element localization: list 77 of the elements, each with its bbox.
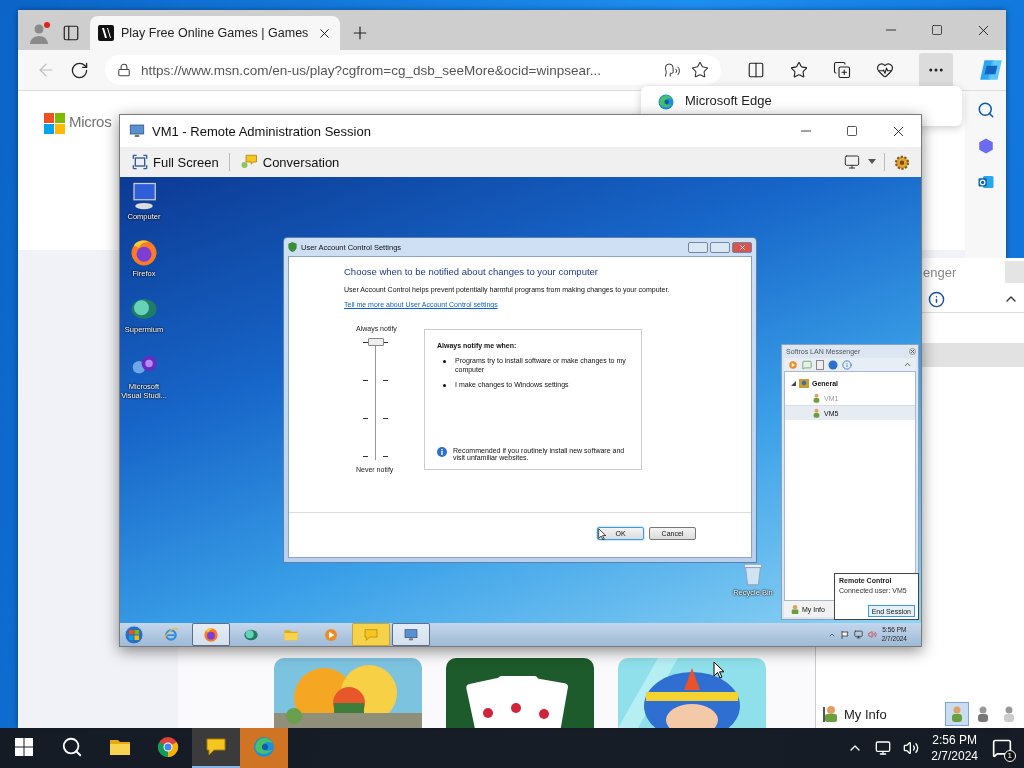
search-icon[interactable]	[976, 101, 995, 119]
maximize-icon[interactable]	[846, 125, 858, 137]
play-icon	[788, 359, 798, 370]
favorite-star-icon[interactable]	[691, 61, 709, 79]
address-bar[interactable]: https://www.msn.com/en-us/play?cgfrom=cg_dsb_seeMore&ocid=winpsear...	[105, 55, 721, 85]
chat-bubbles-icon	[239, 153, 258, 171]
caret-icon[interactable]	[868, 159, 876, 165]
person-icon	[813, 408, 820, 418]
mouse-pointer-icon	[598, 528, 607, 541]
mail-envelope-icon[interactable]	[976, 173, 995, 191]
volume-muted-icon[interactable]	[903, 740, 920, 756]
user-card-icon	[790, 603, 799, 615]
person-icon	[813, 393, 820, 403]
close-button[interactable]	[732, 241, 752, 253]
user-card-icon	[822, 705, 838, 723]
collections-icon[interactable]	[833, 61, 851, 79]
globe-icon	[203, 626, 219, 643]
swirl-icon	[252, 735, 276, 759]
fullscreen-icon	[132, 154, 148, 170]
taskbar-button[interactable]	[192, 728, 240, 768]
profile-avatar-icon[interactable]	[28, 21, 52, 45]
bullet-icon	[443, 383, 446, 387]
four-squares-logo-icon	[44, 113, 65, 134]
dialog-heading: Choose when to be notified about changes to your computer	[344, 266, 600, 277]
group-icon	[799, 378, 809, 388]
notifications-button[interactable]: 1	[990, 736, 1014, 760]
clock-time[interactable]: 2:56 PM	[932, 731, 977, 748]
status-button[interactable]	[944, 702, 969, 726]
person-icon	[1002, 706, 1015, 722]
copilot-icon[interactable]	[978, 57, 1004, 83]
mouse-pointer-icon	[713, 661, 725, 679]
lock-icon	[117, 63, 131, 77]
window-title: VM1 - Remote Administration Session	[152, 123, 371, 139]
split-screen-icon[interactable]	[747, 61, 765, 79]
browser-tab[interactable]: Play Free Online Games | Games	[90, 16, 340, 50]
menu-item[interactable]: Microsoft Edge	[685, 93, 772, 108]
minimize-button[interactable]	[688, 241, 708, 253]
person-icon	[976, 706, 989, 722]
shield-icon	[288, 242, 297, 252]
info-icon	[437, 447, 447, 457]
bullet-icon	[443, 360, 446, 363]
monitor-icon	[128, 122, 146, 140]
person-icon	[950, 706, 963, 722]
monitor-icon	[403, 626, 419, 643]
info-icon[interactable]	[928, 290, 945, 308]
gear-icon[interactable]	[893, 153, 911, 171]
start-orb-icon[interactable]	[124, 624, 144, 645]
maximize-button[interactable]	[710, 241, 730, 253]
windows-start-icon[interactable]	[15, 738, 33, 756]
speech-bubble-icon	[363, 626, 379, 643]
play-icon	[323, 626, 339, 643]
toolbar-button[interactable]: Conversation	[262, 154, 340, 170]
toolbar-button[interactable]: Full Screen	[153, 154, 219, 170]
favorites-icon[interactable]	[790, 61, 808, 79]
flag-icon[interactable]	[840, 630, 849, 639]
search-icon[interactable]	[61, 736, 83, 758]
site-favicon	[98, 25, 114, 41]
read-aloud-icon[interactable]	[664, 61, 681, 79]
help-icon[interactable]	[828, 359, 838, 370]
swirl-icon	[657, 93, 675, 111]
expand-arrow-icon[interactable]	[791, 380, 796, 386]
slider-thumb[interactable]	[368, 338, 384, 346]
document-icon[interactable]	[816, 359, 824, 370]
logo-text: Micros	[69, 113, 112, 130]
display-icon[interactable]	[844, 154, 860, 170]
hexagon-icon[interactable]	[976, 137, 995, 155]
ring-icon	[163, 626, 179, 643]
notification-count: 1	[1003, 750, 1016, 762]
maximize-icon[interactable]	[931, 24, 943, 36]
refresh-icon[interactable]	[70, 60, 89, 80]
tricolor-circle-icon	[156, 735, 180, 759]
tab-actions-icon[interactable]	[62, 24, 80, 42]
heart-pulse-icon[interactable]	[876, 61, 894, 79]
window-title: enger	[923, 264, 957, 280]
clock-date[interactable]: 2/7/2024	[931, 748, 978, 765]
my-info-label[interactable]: My Info	[844, 706, 887, 722]
network-icon[interactable]	[875, 740, 892, 756]
